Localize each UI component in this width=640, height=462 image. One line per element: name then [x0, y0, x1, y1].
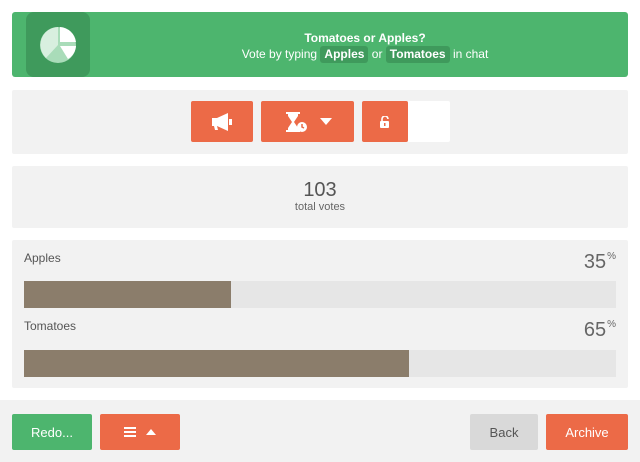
back-button[interactable]: Back: [470, 414, 538, 450]
caret-up-icon: [146, 428, 156, 435]
option-label: Apples: [24, 251, 61, 265]
unlock-icon: [380, 115, 389, 128]
timer-button[interactable]: [261, 101, 354, 142]
megaphone-icon: [212, 112, 232, 131]
controls-panel: [12, 90, 628, 154]
option-percent: 65%: [583, 319, 616, 341]
results-panel: Apples 35% Tomatoes 65%: [12, 240, 628, 388]
announce-button[interactable]: [191, 101, 253, 142]
caret-down-icon: [319, 117, 332, 125]
result-option: Tomatoes 65%: [24, 319, 616, 377]
lock-toggle-button[interactable]: [362, 101, 408, 142]
instruction-suffix: in chat: [452, 47, 489, 61]
pie-chart-icon: [40, 27, 76, 63]
footer-bar: Redo... Back Archive: [0, 400, 640, 462]
result-option: Apples 35%: [24, 251, 616, 308]
poll-title: Tomatoes or Apples?: [304, 31, 426, 45]
app-logo: [26, 12, 90, 77]
instruction-prefix: Vote by typing: [241, 47, 318, 61]
redo-button[interactable]: Redo...: [12, 414, 92, 450]
poll-header: Tomatoes or Apples? Vote by typing Apple…: [12, 12, 628, 77]
keyword-apples: Apples: [320, 46, 369, 63]
keyword-tomatoes: Tomatoes: [385, 46, 450, 63]
total-votes-label: total votes: [294, 201, 346, 213]
archive-button[interactable]: Archive: [546, 414, 628, 450]
total-votes-count: 103: [303, 179, 337, 201]
poll-instructions: Vote by typing Apples or Tomatoes in cha…: [102, 46, 628, 63]
hourglass-icon: [285, 111, 307, 132]
list-menu-button[interactable]: [100, 414, 180, 450]
option-bar-fill: [24, 350, 409, 377]
option-label: Tomatoes: [24, 319, 77, 333]
option-bar-track: [24, 281, 616, 308]
instruction-connector: or: [371, 47, 383, 61]
lock-toggle-track[interactable]: [408, 101, 450, 142]
option-bar-fill: [24, 281, 232, 308]
list-icon: [124, 427, 136, 437]
option-percent: 35%: [583, 251, 616, 273]
option-bar-track: [24, 350, 616, 377]
header-text: Tomatoes or Apples? Vote by typing Apple…: [102, 31, 628, 63]
total-votes-panel: 103 total votes: [12, 166, 628, 228]
